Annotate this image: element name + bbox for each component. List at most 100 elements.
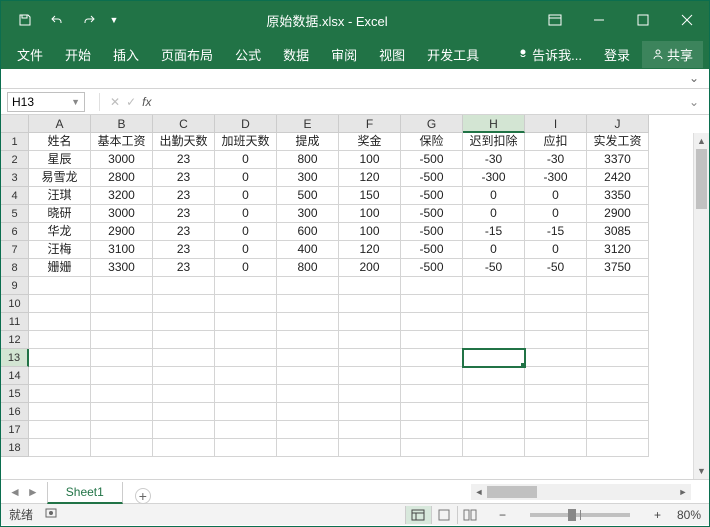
- cell[interactable]: [463, 331, 525, 349]
- column-header[interactable]: B: [91, 115, 153, 133]
- tab-home[interactable]: 开始: [55, 41, 101, 68]
- cell[interactable]: 0: [215, 205, 277, 223]
- scroll-right-icon[interactable]: ►: [675, 487, 691, 497]
- cell[interactable]: 2900: [587, 205, 649, 223]
- cell[interactable]: [525, 277, 587, 295]
- cell[interactable]: [339, 421, 401, 439]
- page-break-view-icon[interactable]: [457, 506, 483, 524]
- cell[interactable]: 0: [463, 187, 525, 205]
- cell[interactable]: [153, 277, 215, 295]
- cell[interactable]: [91, 277, 153, 295]
- row-header[interactable]: 3: [1, 169, 29, 187]
- ribbon-expand-icon[interactable]: ⌄: [689, 71, 699, 85]
- cell[interactable]: [29, 277, 91, 295]
- row-header[interactable]: 12: [1, 331, 29, 349]
- cell[interactable]: [587, 313, 649, 331]
- cell[interactable]: 500: [277, 187, 339, 205]
- cell[interactable]: 星辰: [29, 151, 91, 169]
- cell[interactable]: 0: [215, 241, 277, 259]
- cell[interactable]: [401, 403, 463, 421]
- cell[interactable]: 0: [463, 241, 525, 259]
- cell[interactable]: 提成: [277, 133, 339, 151]
- cell[interactable]: -300: [525, 169, 587, 187]
- cell[interactable]: 23: [153, 187, 215, 205]
- cell[interactable]: -500: [401, 223, 463, 241]
- cell[interactable]: 0: [463, 205, 525, 223]
- cell[interactable]: 实发工资: [587, 133, 649, 151]
- cell[interactable]: [401, 331, 463, 349]
- tab-insert[interactable]: 插入: [103, 41, 149, 68]
- cell[interactable]: [401, 367, 463, 385]
- zoom-out-icon[interactable]: −: [495, 508, 510, 522]
- cell[interactable]: 加班天数: [215, 133, 277, 151]
- cell[interactable]: 400: [277, 241, 339, 259]
- macro-record-icon[interactable]: [45, 507, 57, 522]
- cell[interactable]: -50: [525, 259, 587, 277]
- cell[interactable]: [153, 403, 215, 421]
- cell[interactable]: [401, 439, 463, 457]
- cell[interactable]: [339, 385, 401, 403]
- cell[interactable]: 基本工资: [91, 133, 153, 151]
- cell[interactable]: [215, 349, 277, 367]
- cell[interactable]: [277, 331, 339, 349]
- vertical-scrollbar[interactable]: ▲ ▼: [693, 133, 709, 479]
- cell[interactable]: -500: [401, 205, 463, 223]
- cell[interactable]: [339, 295, 401, 313]
- cell[interactable]: 0: [215, 259, 277, 277]
- cell[interactable]: 2900: [91, 223, 153, 241]
- cell[interactable]: [525, 313, 587, 331]
- row-header[interactable]: 6: [1, 223, 29, 241]
- cell[interactable]: 0: [215, 169, 277, 187]
- cell[interactable]: 晓研: [29, 205, 91, 223]
- cell[interactable]: [215, 403, 277, 421]
- cell[interactable]: 800: [277, 259, 339, 277]
- cell[interactable]: [277, 349, 339, 367]
- cell[interactable]: [463, 439, 525, 457]
- row-header[interactable]: 2: [1, 151, 29, 169]
- cell[interactable]: [525, 421, 587, 439]
- cell[interactable]: [277, 403, 339, 421]
- cell[interactable]: [525, 367, 587, 385]
- cell[interactable]: [339, 349, 401, 367]
- cell[interactable]: [277, 421, 339, 439]
- cell[interactable]: -30: [463, 151, 525, 169]
- cell[interactable]: -50: [463, 259, 525, 277]
- cell[interactable]: -15: [525, 223, 587, 241]
- row-header[interactable]: 7: [1, 241, 29, 259]
- cell[interactable]: 汪梅: [29, 241, 91, 259]
- cell[interactable]: [401, 421, 463, 439]
- cell[interactable]: 23: [153, 241, 215, 259]
- cancel-formula-icon[interactable]: ✕: [110, 95, 120, 109]
- cell[interactable]: [525, 403, 587, 421]
- cell[interactable]: [215, 439, 277, 457]
- cell[interactable]: 姗姗: [29, 259, 91, 277]
- cell[interactable]: [463, 295, 525, 313]
- cell[interactable]: [587, 277, 649, 295]
- cell[interactable]: 23: [153, 205, 215, 223]
- cell[interactable]: [463, 349, 525, 367]
- cell[interactable]: 3300: [91, 259, 153, 277]
- scroll-up-icon[interactable]: ▲: [694, 133, 709, 149]
- cell[interactable]: [215, 313, 277, 331]
- cell[interactable]: [153, 349, 215, 367]
- column-header[interactable]: G: [401, 115, 463, 133]
- cell[interactable]: -30: [525, 151, 587, 169]
- cell[interactable]: [153, 295, 215, 313]
- cell[interactable]: [525, 439, 587, 457]
- tab-review[interactable]: 审阅: [321, 41, 367, 68]
- cell[interactable]: 300: [277, 205, 339, 223]
- cell[interactable]: [339, 277, 401, 295]
- cell[interactable]: [463, 277, 525, 295]
- cell[interactable]: -500: [401, 187, 463, 205]
- row-header[interactable]: 18: [1, 439, 29, 457]
- cell[interactable]: 0: [215, 187, 277, 205]
- cell[interactable]: 150: [339, 187, 401, 205]
- cell[interactable]: [339, 313, 401, 331]
- cell[interactable]: [525, 349, 587, 367]
- cell[interactable]: [587, 403, 649, 421]
- close-icon[interactable]: [665, 1, 709, 39]
- cell[interactable]: [401, 295, 463, 313]
- redo-icon[interactable]: [75, 6, 103, 34]
- save-icon[interactable]: [11, 6, 39, 34]
- formula-bar-expand-icon[interactable]: ⌄: [685, 95, 703, 109]
